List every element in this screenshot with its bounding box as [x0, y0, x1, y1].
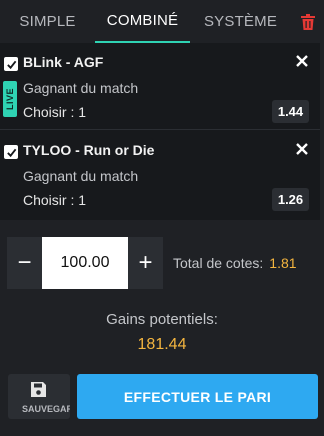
trash-icon [300, 13, 315, 30]
selection-choice: Choisir : 1 [23, 104, 87, 120]
match-name: BLink - AGF [23, 54, 104, 70]
market-name: Gagnant du match [23, 168, 139, 184]
decrease-stake-button[interactable]: − [7, 237, 42, 289]
selection-checkbox[interactable] [4, 57, 18, 71]
live-badge: LIVE [3, 81, 17, 117]
match-name: TYLOO - Run or Die [23, 142, 155, 158]
stake-row: − + Total de cotes: 1.81 [7, 237, 318, 289]
increase-stake-button[interactable]: + [128, 237, 163, 289]
bet-selections: BLink - AGF LIVE Gagnant du match Choisi… [0, 43, 320, 220]
checkmark-icon [6, 60, 16, 69]
tab-combine[interactable]: COMBINÉ [95, 0, 190, 43]
checkmark-icon [6, 148, 16, 157]
floppy-disk-icon [31, 382, 46, 397]
bet-type-tabs: SIMPLE COMBINÉ SYSTÈME [0, 0, 324, 43]
potential-gains-label: Gains potentiels: [106, 311, 218, 328]
save-bet-button[interactable]: SAUVEGAR [8, 374, 70, 419]
close-icon[interactable] [295, 142, 309, 156]
market-name: Gagnant du match [23, 80, 139, 96]
total-odds-label: Total de cotes: [173, 255, 264, 271]
bet-selection: TYLOO - Run or Die Gagnant du match Choi… [0, 131, 320, 219]
potential-gains-value: 181.44 [137, 336, 187, 353]
tab-systeme[interactable]: SYSTÈME [190, 0, 291, 43]
bet-selection: BLink - AGF LIVE Gagnant du match Choisi… [0, 43, 320, 130]
total-odds-value: 1.81 [269, 255, 297, 271]
total-odds: Total de cotes: 1.81 [173, 255, 297, 271]
save-bet-label: SAUVEGAR [22, 404, 70, 414]
odds-badge: 1.44 [272, 100, 309, 123]
odds-badge: 1.26 [272, 188, 309, 211]
place-bet-button[interactable]: EFFECTUER LE PARI [77, 374, 318, 419]
selection-checkbox[interactable] [4, 145, 18, 159]
selection-choice: Choisir : 1 [23, 192, 87, 208]
clear-betslip-button[interactable] [291, 0, 324, 43]
close-icon[interactable] [295, 54, 309, 68]
stake-amount-input[interactable] [42, 237, 128, 289]
tab-simple[interactable]: SIMPLE [0, 0, 95, 43]
